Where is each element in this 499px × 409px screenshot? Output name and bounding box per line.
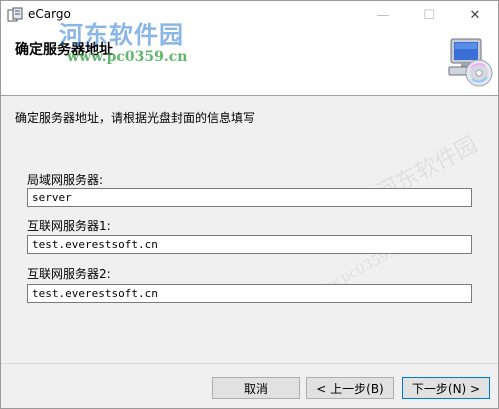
close-button[interactable]: ✕ bbox=[452, 1, 498, 29]
maximize-button[interactable]: ☐ bbox=[406, 1, 452, 29]
back-button[interactable]: < 上一步(B) bbox=[306, 377, 394, 399]
next-button[interactable]: 下一步(N) > bbox=[402, 377, 490, 399]
cancel-button[interactable]: 取消 bbox=[212, 377, 300, 399]
internet-server2-label: 互联网服务器2: bbox=[27, 267, 111, 281]
lan-server-label: 局域网服务器: bbox=[27, 173, 104, 187]
lan-server-input[interactable] bbox=[27, 188, 472, 207]
internet-server2-input[interactable] bbox=[27, 284, 472, 303]
instruction-text: 确定服务器地址，请根据光盘封面的信息填写 bbox=[15, 111, 256, 125]
internet-server1-label: 互联网服务器1: bbox=[27, 219, 111, 233]
minimize-button[interactable]: — bbox=[360, 1, 406, 29]
footer-divider bbox=[1, 363, 498, 364]
installer-window: eCargo — ☐ ✕ 确定服务器地址 河东软件园 www.pc0359.cn… bbox=[0, 0, 499, 409]
watermark-brand: 河东软件园 bbox=[59, 20, 184, 49]
watermark-url: www.pc0359.cn bbox=[67, 49, 188, 65]
internet-server1-input[interactable] bbox=[27, 235, 472, 254]
computer-cd-icon bbox=[448, 38, 493, 87]
app-icon bbox=[7, 7, 23, 22]
